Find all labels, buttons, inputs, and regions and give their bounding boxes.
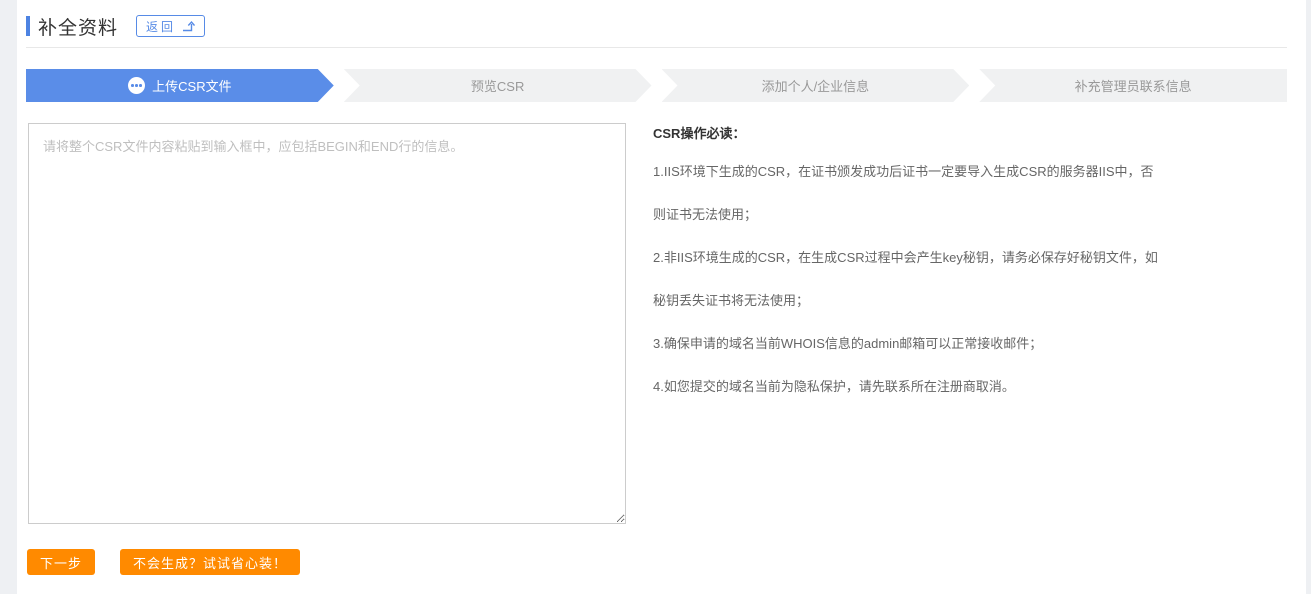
next-button[interactable]: 下一步 <box>27 549 95 575</box>
page-title: 补全资料 <box>38 13 118 40</box>
back-button-label: 返回 <box>146 18 176 35</box>
csr-input[interactable] <box>28 123 626 524</box>
ellipsis-circle-icon <box>128 77 145 94</box>
notice-item: 1.IIS环境下生成的CSR，在证书颁发成功后证书一定要导入生成CSR的服务器I… <box>653 150 1160 236</box>
main-panel: 补全资料 返回 上传CSR文件 预览CSR 添加个人/企业信息 补充管理员联系信… <box>17 0 1306 594</box>
page-header: 补全资料 返回 <box>26 14 1287 38</box>
notice-item: 4.如您提交的域名当前为隐私保护，请先联系所在注册商取消。 <box>653 365 1160 408</box>
return-arrow-icon <box>182 20 195 32</box>
back-button[interactable]: 返回 <box>136 15 205 37</box>
notice-item: 3.确保申请的域名当前WHOIS信息的admin邮箱可以正常接收邮件； <box>653 322 1160 365</box>
content-area: CSR操作必读： 1.IIS环境下生成的CSR，在证书颁发成功后证书一定要导入生… <box>26 123 1287 524</box>
step-preview-csr[interactable]: 预览CSR <box>344 69 652 102</box>
step-label: 预览CSR <box>471 76 524 95</box>
step-admin-contact[interactable]: 补充管理员联系信息 <box>979 69 1287 102</box>
step-label: 补充管理员联系信息 <box>1075 76 1192 95</box>
wizard-stepper: 上传CSR文件 预览CSR 添加个人/企业信息 补充管理员联系信息 <box>26 69 1287 102</box>
csr-notice-panel: CSR操作必读： 1.IIS环境下生成的CSR，在证书颁发成功后证书一定要导入生… <box>653 123 1160 524</box>
step-label: 上传CSR文件 <box>152 76 231 95</box>
notice-item: 2.非IIS环境生成的CSR，在生成CSR过程中会产生key秘钥，请务必保存好秘… <box>653 236 1160 322</box>
action-bar: 下一步 不会生成？试试省心装！ <box>27 549 1287 575</box>
header-divider <box>26 47 1287 48</box>
title-accent-bar <box>26 16 30 36</box>
step-upload-csr[interactable]: 上传CSR文件 <box>26 69 334 102</box>
step-label: 添加个人/企业信息 <box>762 76 870 95</box>
easy-install-button[interactable]: 不会生成？试试省心装！ <box>120 549 300 575</box>
step-add-info[interactable]: 添加个人/企业信息 <box>662 69 970 102</box>
notice-title: CSR操作必读： <box>653 125 1160 143</box>
